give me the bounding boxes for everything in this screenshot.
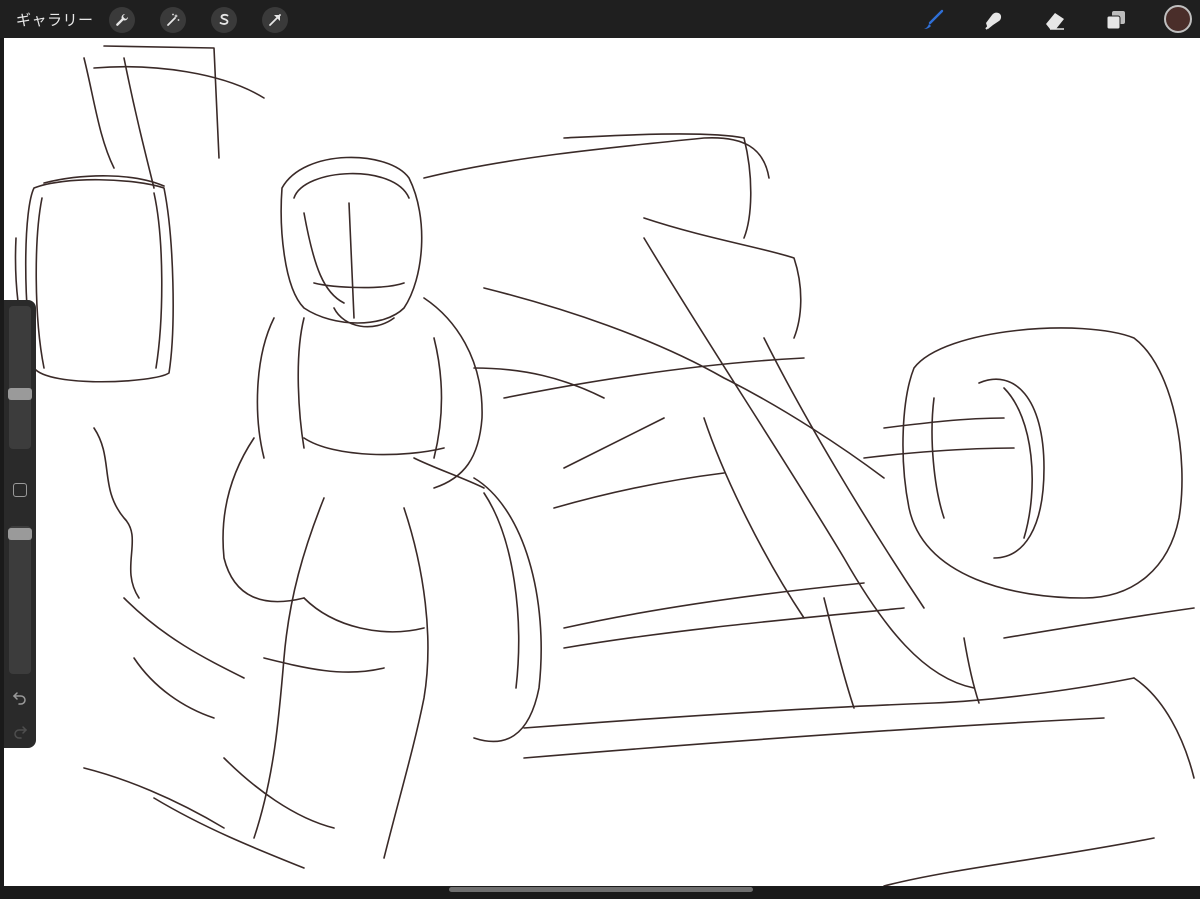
undo-icon[interactable] xyxy=(11,688,29,706)
magic-wand-icon xyxy=(167,13,180,26)
smudge-tool-button[interactable] xyxy=(979,5,1009,35)
color-picker-button[interactable] xyxy=(1164,5,1192,33)
modify-button[interactable] xyxy=(13,483,27,497)
drawing-canvas[interactable] xyxy=(4,38,1200,886)
brush-icon xyxy=(924,9,944,29)
adjustments-button[interactable] xyxy=(160,7,186,33)
opacity-slider[interactable] xyxy=(8,526,32,674)
eraser-icon xyxy=(1046,13,1064,30)
layers-icon xyxy=(1106,11,1125,30)
selection-s-icon xyxy=(219,13,229,25)
gallery-button[interactable]: ギャラリー xyxy=(16,9,94,30)
brush-size-slider[interactable] xyxy=(8,306,32,449)
actions-button[interactable] xyxy=(109,7,135,33)
wrench-icon xyxy=(116,14,128,26)
redo-icon[interactable] xyxy=(11,722,29,740)
top-toolbar: ギャラリー xyxy=(0,0,1200,38)
smudge-icon xyxy=(985,12,1002,30)
brush-size-handle[interactable] xyxy=(8,388,32,400)
arrow-cursor-icon xyxy=(269,14,281,26)
transform-button[interactable] xyxy=(262,7,288,33)
sketch-artwork xyxy=(14,45,1195,886)
layers-button[interactable] xyxy=(1101,5,1131,35)
brush-tool-button[interactable] xyxy=(918,5,948,35)
opacity-handle[interactable] xyxy=(8,528,32,540)
side-toolbar xyxy=(4,300,36,748)
eraser-tool-button[interactable] xyxy=(1040,5,1070,35)
selection-button[interactable] xyxy=(211,7,237,33)
home-indicator[interactable] xyxy=(449,887,753,892)
